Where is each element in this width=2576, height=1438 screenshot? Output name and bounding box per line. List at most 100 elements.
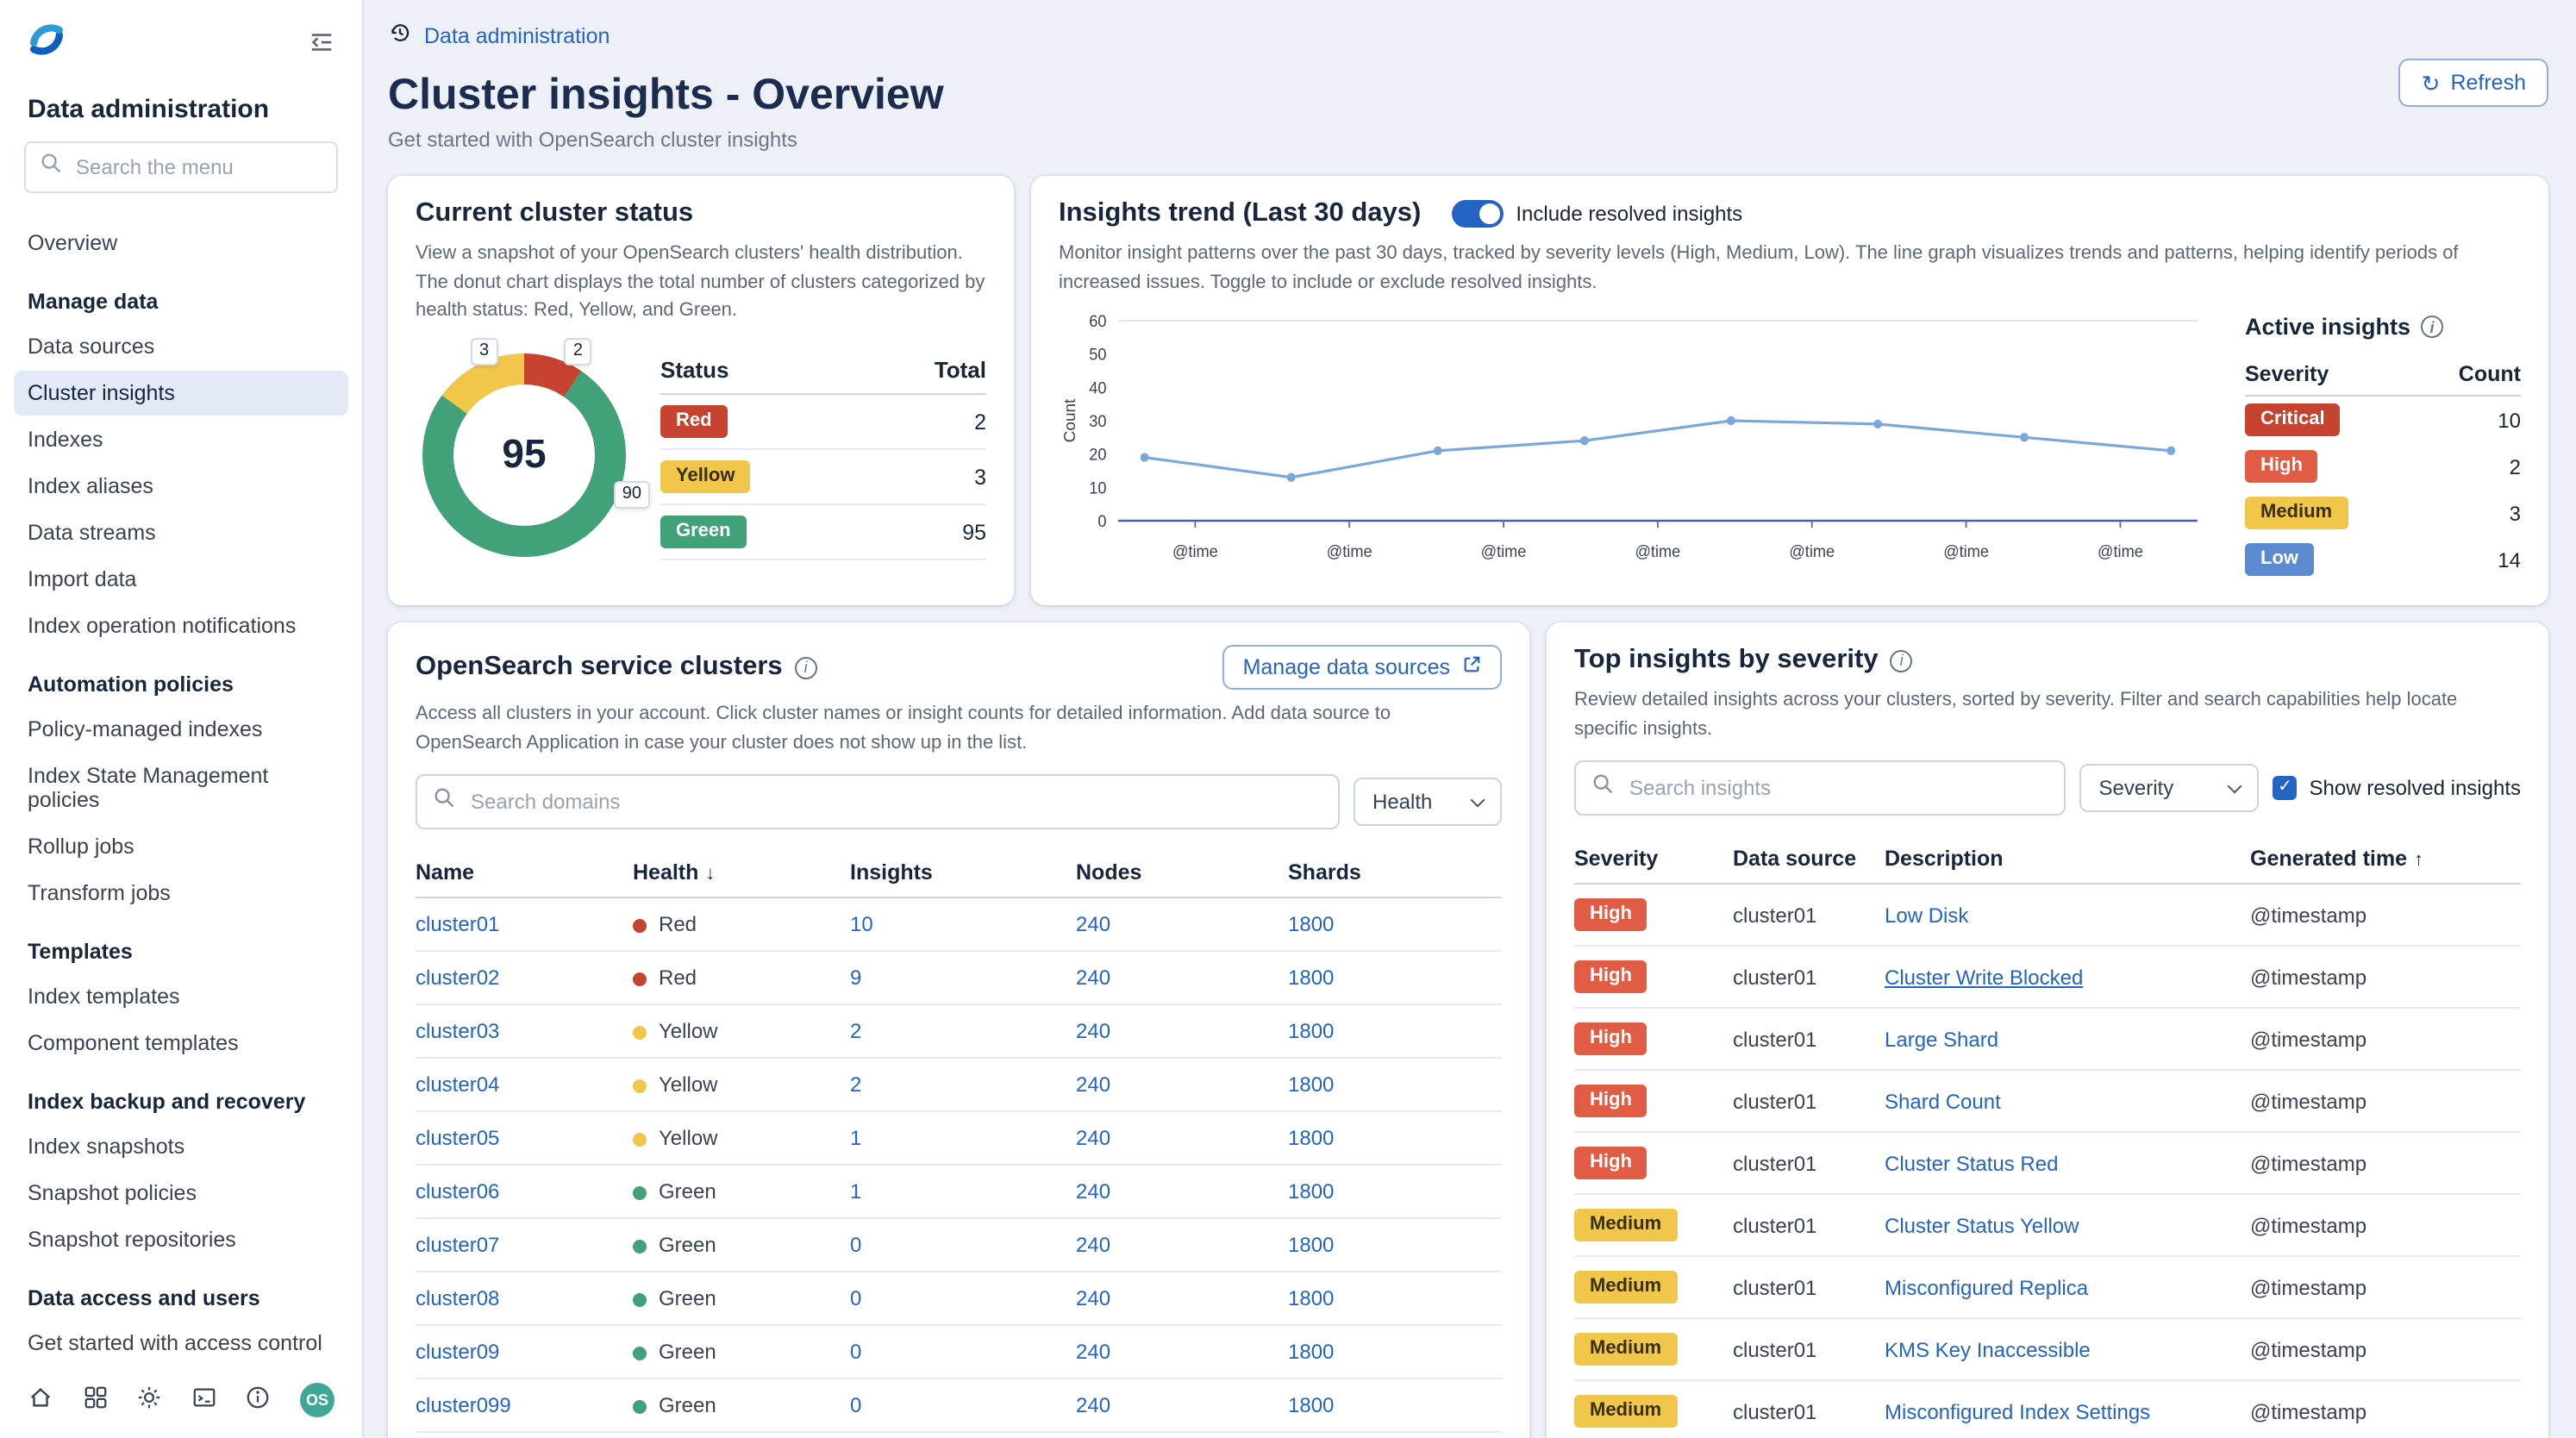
data-source-label: cluster01 bbox=[1733, 1008, 1885, 1070]
shards-count-link[interactable]: 1800 bbox=[1288, 1126, 1334, 1150]
cluster-name-link[interactable]: cluster04 bbox=[416, 1072, 499, 1097]
sidebar-item-indexes[interactable]: Indexes bbox=[14, 417, 348, 462]
insights-header-time[interactable]: Generated time↑ bbox=[2250, 833, 2521, 884]
insight-description-link[interactable]: Cluster Status Yellow bbox=[1885, 1213, 2079, 1237]
toggle-switch[interactable] bbox=[1452, 200, 1504, 228]
breadcrumb-label[interactable]: Data administration bbox=[424, 23, 610, 47]
insight-description-link[interactable]: Cluster Write Blocked bbox=[1885, 965, 2083, 989]
nodes-count-link[interactable]: 240 bbox=[1076, 912, 1110, 936]
sidebar-item-index-snapshots[interactable]: Index snapshots bbox=[14, 1124, 348, 1169]
sidebar-item-policy-managed-indexes[interactable]: Policy-managed indexes bbox=[14, 707, 348, 752]
nodes-count-link[interactable]: 240 bbox=[1076, 1072, 1110, 1097]
nodes-count-link[interactable]: 240 bbox=[1076, 1233, 1110, 1257]
cluster-name-link[interactable]: cluster05 bbox=[416, 1126, 499, 1150]
breadcrumb[interactable]: Data administration bbox=[388, 21, 610, 50]
cluster-name-link[interactable]: cluster03 bbox=[416, 1019, 499, 1043]
insights-count-link[interactable]: 0 bbox=[850, 1340, 861, 1364]
cluster-name-link[interactable]: cluster01 bbox=[416, 912, 499, 936]
severity-filter-select[interactable]: Severity bbox=[2080, 764, 2260, 812]
shards-count-link[interactable]: 1800 bbox=[1288, 1072, 1334, 1097]
sidebar-item-index-operation-notifications[interactable]: Index operation notifications bbox=[14, 603, 348, 648]
insight-description-link[interactable]: Cluster Status Red bbox=[1885, 1151, 2058, 1175]
cluster-name-link[interactable]: cluster07 bbox=[416, 1233, 499, 1257]
info-button[interactable] bbox=[246, 1385, 272, 1416]
collapse-sidebar-button[interactable] bbox=[305, 25, 338, 63]
sidebar-item-transform-jobs[interactable]: Transform jobs bbox=[14, 871, 348, 916]
insight-description-link[interactable]: Shard Count bbox=[1885, 1089, 2001, 1113]
sidebar-item-component-templates[interactable]: Component templates bbox=[14, 1021, 348, 1066]
apps-button[interactable] bbox=[82, 1385, 108, 1416]
insights-search-input[interactable] bbox=[1626, 774, 2049, 802]
domains-search[interactable] bbox=[416, 774, 1340, 829]
sidebar-item-overview[interactable]: Overview bbox=[14, 221, 348, 266]
shards-count-link[interactable]: 1800 bbox=[1288, 1393, 1334, 1417]
sidebar-item-index-aliases[interactable]: Index aliases bbox=[14, 464, 348, 509]
nodes-count-link[interactable]: 240 bbox=[1076, 1019, 1110, 1043]
sidebar-item-get-started-with-access-control[interactable]: Get started with access control bbox=[14, 1321, 348, 1366]
nodes-count-link[interactable]: 240 bbox=[1076, 1393, 1110, 1417]
health-filter-select[interactable]: Health bbox=[1354, 778, 1502, 826]
cluster-name-link[interactable]: cluster06 bbox=[416, 1179, 499, 1204]
devtools-button[interactable] bbox=[191, 1385, 217, 1416]
shards-count-link[interactable]: 1800 bbox=[1288, 912, 1334, 936]
sidebar-item-import-data[interactable]: Import data bbox=[14, 557, 348, 602]
manage-data-sources-button[interactable]: Manage data sources bbox=[1222, 645, 1502, 690]
sidebar-item-snapshot-repositories[interactable]: Snapshot repositories bbox=[14, 1217, 348, 1262]
sidebar-item-index-state-management-policies[interactable]: Index State Management policies bbox=[14, 753, 348, 822]
settings-button[interactable] bbox=[136, 1385, 162, 1416]
active-insight-count: 14 bbox=[2417, 536, 2521, 583]
shards-count-link[interactable]: 1800 bbox=[1288, 1233, 1334, 1257]
cluster-name-link[interactable]: cluster08 bbox=[416, 1286, 499, 1310]
shards-count-link[interactable]: 1800 bbox=[1288, 1179, 1334, 1204]
external-link-icon bbox=[1462, 655, 1481, 679]
insight-description-link[interactable]: Large Shard bbox=[1885, 1027, 1998, 1051]
insights-count-link[interactable]: 0 bbox=[850, 1393, 861, 1417]
clusters-header-health[interactable]: Health↓ bbox=[633, 847, 850, 897]
sidebar-search[interactable] bbox=[24, 141, 338, 193]
checkbox-checked-icon: ✓ bbox=[2273, 776, 2298, 800]
nodes-count-link[interactable]: 240 bbox=[1076, 1286, 1110, 1310]
sidebar-item-index-templates[interactable]: Index templates bbox=[14, 974, 348, 1019]
insights-search[interactable] bbox=[1574, 760, 2066, 816]
sidebar-item-data-streams[interactable]: Data streams bbox=[14, 510, 348, 555]
include-resolved-toggle[interactable]: Include resolved insights bbox=[1452, 200, 1742, 228]
sidebar-item-rollup-jobs[interactable]: Rollup jobs bbox=[14, 824, 348, 869]
insight-description-link[interactable]: Misconfigured Replica bbox=[1885, 1275, 2088, 1299]
sidebar-item-cluster-insights[interactable]: Cluster insights bbox=[14, 371, 348, 416]
refresh-button[interactable]: ↻ Refresh bbox=[2399, 59, 2548, 107]
sidebar-item-snapshot-policies[interactable]: Snapshot policies bbox=[14, 1171, 348, 1216]
shards-count-link[interactable]: 1800 bbox=[1288, 1286, 1334, 1310]
insights-count-link[interactable]: 2 bbox=[850, 1019, 861, 1043]
clusters-card-title: OpenSearch service clusters bbox=[416, 652, 783, 683]
shards-count-link[interactable]: 1800 bbox=[1288, 1019, 1334, 1043]
nodes-count-link[interactable]: 240 bbox=[1076, 1126, 1110, 1150]
trend-card-title: Insights trend (Last 30 days) bbox=[1059, 198, 1421, 229]
cluster-name-link[interactable]: cluster09 bbox=[416, 1340, 499, 1364]
cluster-name-link[interactable]: cluster099 bbox=[416, 1393, 511, 1417]
shards-count-link[interactable]: 1800 bbox=[1288, 966, 1334, 990]
insights-count-link[interactable]: 1 bbox=[850, 1179, 861, 1204]
active-insight-row: High2 bbox=[2245, 443, 2521, 490]
insight-description-link[interactable]: KMS Key Inaccessible bbox=[1885, 1337, 2091, 1361]
domains-search-input[interactable] bbox=[467, 788, 1322, 816]
shards-count-link[interactable]: 1800 bbox=[1288, 1340, 1334, 1364]
nodes-count-link[interactable]: 240 bbox=[1076, 1179, 1110, 1204]
cluster-name-link[interactable]: cluster02 bbox=[416, 966, 499, 990]
insights-count-link[interactable]: 0 bbox=[850, 1286, 861, 1310]
nodes-count-link[interactable]: 240 bbox=[1076, 1340, 1110, 1364]
generated-time: @timestamp bbox=[2250, 1213, 2367, 1237]
insights-count-link[interactable]: 1 bbox=[850, 1126, 861, 1150]
show-resolved-checkbox[interactable]: ✓ Show resolved insights bbox=[2273, 776, 2521, 800]
home-button[interactable] bbox=[28, 1385, 53, 1416]
sidebar-item-data-sources[interactable]: Data sources bbox=[14, 324, 348, 369]
account-avatar[interactable]: OS bbox=[300, 1383, 335, 1417]
insights-count-link[interactable]: 9 bbox=[850, 966, 861, 990]
nodes-count-link[interactable]: 240 bbox=[1076, 966, 1110, 990]
insight-description-link[interactable]: Misconfigured Index Settings bbox=[1885, 1399, 2150, 1423]
insights-count-link[interactable]: 2 bbox=[850, 1072, 861, 1097]
insights-count-link[interactable]: 10 bbox=[850, 912, 873, 936]
sidebar-search-input[interactable] bbox=[72, 153, 322, 181]
insights-count-link[interactable]: 0 bbox=[850, 1233, 861, 1257]
cluster-row: cluster099Green02401800 bbox=[416, 1379, 1502, 1432]
insight-description-link[interactable]: Low Disk bbox=[1885, 903, 1968, 927]
